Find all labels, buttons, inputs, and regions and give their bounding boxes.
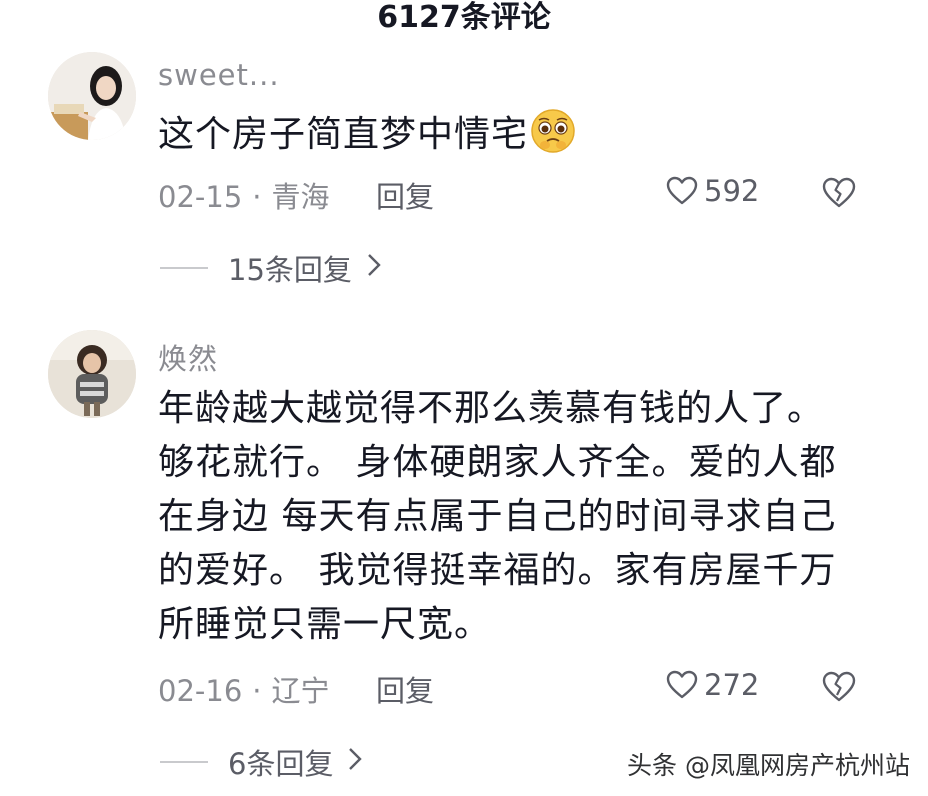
comment-text-line: 够花就行。 身体硬朗家人齐全。爱的人都 xyxy=(158,442,837,483)
comment-text-line: 所睡觉只需一尺宽。 xyxy=(158,604,492,645)
broken-heart-icon xyxy=(822,177,856,208)
replies-count-label: 15条回复 xyxy=(228,253,352,287)
comment-date: 02-15 xyxy=(158,180,243,214)
avatar-image xyxy=(48,52,136,140)
chevron-right-icon xyxy=(366,251,382,285)
chevron-right-icon xyxy=(347,745,363,779)
comment-text: 这个房子简直梦中情宅 xyxy=(158,108,858,170)
comment-text-body: 这个房子简直梦中情宅 xyxy=(158,114,529,155)
comment-location: 青海 xyxy=(271,180,330,214)
comment-text-line: 年龄越大越觉得不那么羡慕有钱的人了。 xyxy=(158,388,825,429)
heart-outline-icon xyxy=(666,176,698,205)
meta-separator: · xyxy=(252,180,262,214)
broken-heart-icon xyxy=(822,671,856,702)
username[interactable]: sweet... xyxy=(158,58,280,92)
avatar[interactable] xyxy=(48,52,136,140)
like-count: 272 xyxy=(704,668,760,702)
replies-divider xyxy=(160,761,208,763)
meta-separator: · xyxy=(252,674,262,708)
comment-text-line: 在身边 每天有点属于自己的时间寻求自己 xyxy=(158,496,837,537)
replies-divider xyxy=(160,267,208,269)
replies-count-label: 6条回复 xyxy=(228,747,334,781)
dislike-button[interactable] xyxy=(822,177,856,213)
comment-date: 02-16 xyxy=(158,674,243,708)
reply-button[interactable]: 回复 xyxy=(376,668,434,710)
comment-text-line: 的爱好。 我觉得挺幸福的。家有房屋千万 xyxy=(158,550,837,591)
like-count: 592 xyxy=(704,174,760,208)
dislike-button[interactable] xyxy=(822,671,856,707)
heart-outline-icon xyxy=(666,670,698,699)
username[interactable]: 焕然 xyxy=(158,336,218,378)
watermark: 头条 @凤凰网房产杭州站 xyxy=(627,751,910,780)
like-button[interactable]: 592 xyxy=(666,174,759,208)
comment-count-title: 6127条评论 xyxy=(377,0,551,35)
view-replies-button[interactable]: 6条回复 xyxy=(160,741,363,783)
pleading-face-icon xyxy=(530,108,576,170)
comment-location: 辽宁 xyxy=(271,674,330,708)
comment-meta: 02-16 · 辽宁 xyxy=(158,668,330,710)
comment-meta: 02-15 · 青海 xyxy=(158,174,330,216)
reply-button[interactable]: 回复 xyxy=(376,174,434,216)
view-replies-button[interactable]: 15条回复 xyxy=(160,247,382,289)
avatar[interactable] xyxy=(48,330,136,418)
avatar-image xyxy=(48,330,136,418)
comment-text: 年龄越大越觉得不那么羡慕有钱的人了。 够花就行。 身体硬朗家人齐全。爱的人都 在… xyxy=(158,382,858,652)
like-button[interactable]: 272 xyxy=(666,668,759,702)
